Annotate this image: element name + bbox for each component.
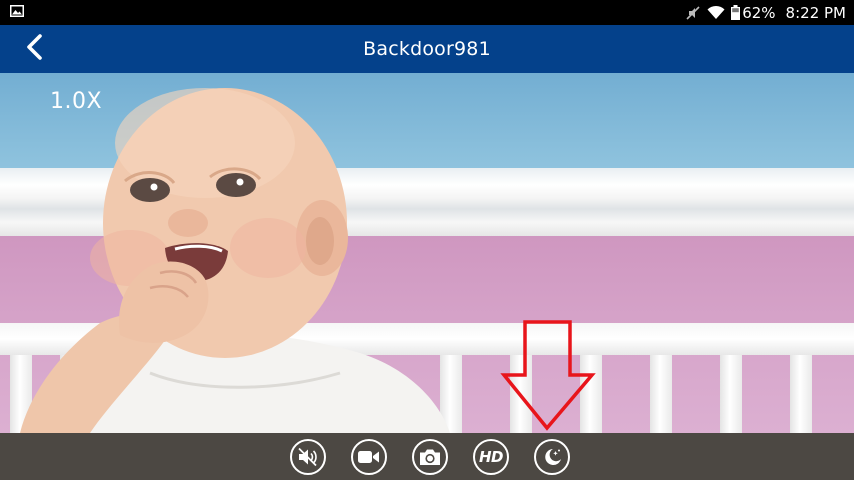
baby-image [20, 88, 450, 433]
wifi-icon [707, 5, 725, 20]
zoom-level: 1.0X [50, 89, 103, 114]
snapshot-button[interactable] [412, 438, 448, 475]
speaker-muted-icon [297, 447, 319, 467]
speaker-mute-button[interactable] [290, 438, 326, 475]
status-bar: 62% 8:22 PM [0, 0, 854, 25]
page-title: Backdoor981 [363, 38, 491, 60]
hd-toggle-button[interactable]: HD [473, 438, 509, 475]
chevron-left-icon [25, 33, 43, 65]
back-button[interactable] [14, 25, 54, 73]
clock: 8:22 PM [785, 3, 846, 22]
battery-percent: 62% [742, 3, 776, 22]
battery-icon [731, 5, 741, 20]
mute-icon [685, 5, 701, 21]
night-mode-button[interactable] [534, 438, 570, 475]
camera-video-feed[interactable]: 1.0X [0, 73, 854, 433]
gallery-notification-icon [10, 4, 24, 22]
app-bar: Backdoor981 [0, 25, 854, 73]
camera-icon [419, 448, 441, 466]
red-down-arrow-annotation [500, 320, 596, 431]
record-video-button[interactable] [351, 438, 387, 475]
hd-label: HD [478, 447, 504, 466]
moon-icon [541, 447, 563, 467]
video-camera-icon [358, 450, 380, 464]
control-toolbar: HD [0, 433, 854, 480]
